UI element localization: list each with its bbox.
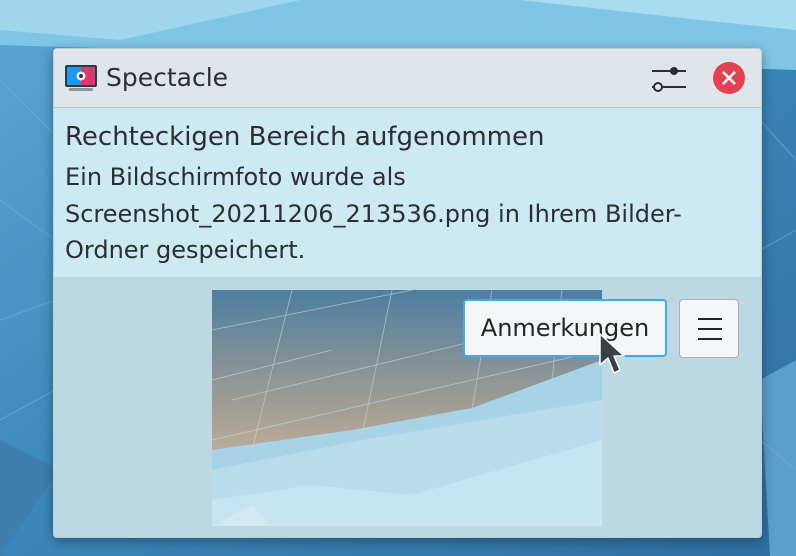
spectacle-notification: Spectacle Rechteckigen Bereich aufgenomm…	[53, 48, 762, 538]
notification-body: Ein Bildschirmfoto wurde als Screenshot_…	[65, 159, 725, 269]
screenshot-preview-area: Anmerkungen	[54, 277, 761, 537]
app-name: Spectacle	[106, 63, 229, 92]
annotate-button[interactable]: Anmerkungen	[463, 299, 667, 357]
more-actions-button[interactable]	[679, 299, 739, 358]
mouse-pointer-icon	[599, 333, 625, 374]
spectacle-app-icon	[65, 65, 97, 91]
notification-summary: Rechteckigen Bereich aufgenommen	[65, 122, 545, 152]
notification-header: Spectacle	[54, 49, 761, 108]
close-button[interactable]	[713, 62, 745, 94]
body-line: Ein Bildschirmfoto wurde als	[65, 163, 406, 191]
close-icon	[722, 71, 736, 85]
body-line: Screenshot_20211206_213536.png in Ihrem …	[65, 199, 682, 228]
configure-sliders-icon[interactable]	[649, 62, 689, 94]
body-line: Ordner gespeichert.	[65, 236, 306, 264]
